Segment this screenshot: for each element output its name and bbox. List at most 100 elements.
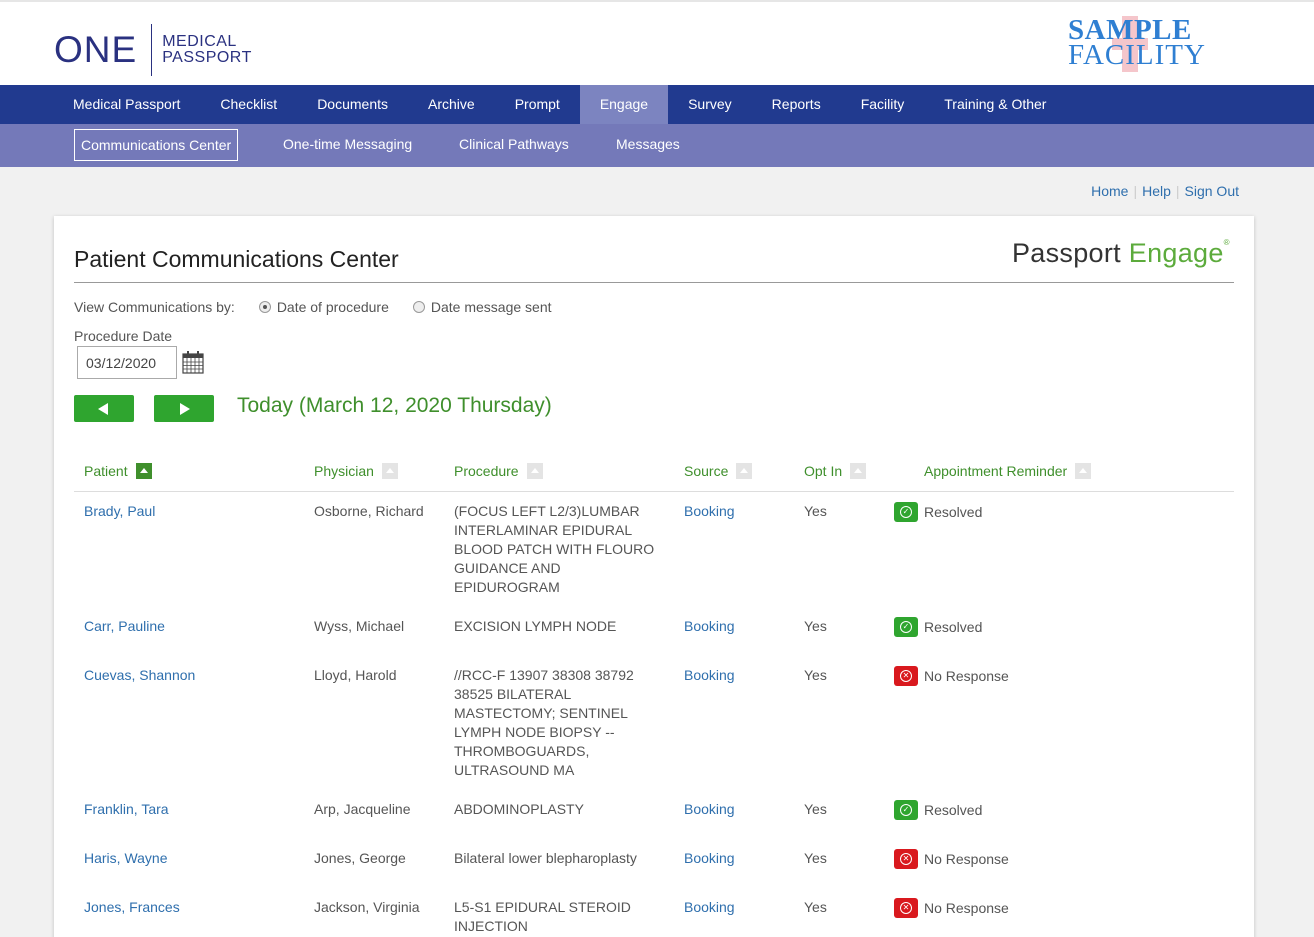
source-link[interactable]: Booking bbox=[684, 617, 735, 636]
column-header-opt-in[interactable]: Opt In bbox=[804, 463, 867, 479]
subnav-messages[interactable]: Messages bbox=[616, 129, 680, 161]
subnav-one-time-messaging[interactable]: One-time Messaging bbox=[283, 129, 412, 161]
radio-date-message-sent-label[interactable]: Date message sent bbox=[431, 299, 552, 315]
view-by-group: View Communications by: Date of procedur… bbox=[74, 299, 552, 315]
source-link[interactable]: Booking bbox=[684, 898, 735, 917]
procedure-cell: EXCISION LYMPH NODE bbox=[454, 618, 617, 634]
subnav-communications-center[interactable]: Communications Center bbox=[74, 129, 239, 161]
column-header-source[interactable]: Source bbox=[684, 463, 753, 479]
sample-facility-logo: SAMPLE FACILITY bbox=[1068, 14, 1208, 72]
physician-cell: Jackson, Virginia bbox=[314, 899, 420, 915]
sign-out-link[interactable]: Sign Out bbox=[1185, 183, 1239, 199]
resolved-check-icon[interactable]: ✓ bbox=[894, 502, 918, 522]
calendar-icon[interactable] bbox=[182, 350, 204, 374]
nav-facility[interactable]: Facility bbox=[841, 85, 925, 124]
next-day-button[interactable] bbox=[154, 395, 214, 422]
radio-date-of-procedure-label[interactable]: Date of procedure bbox=[277, 299, 389, 315]
sort-icon[interactable] bbox=[736, 463, 753, 479]
header-opt-in-label[interactable]: Opt In bbox=[804, 463, 842, 479]
opt-in-cell: Yes bbox=[804, 667, 827, 683]
one-medical-passport-logo[interactable]: ONE MEDICAL PASSPORT bbox=[54, 24, 252, 76]
sort-asc-icon[interactable] bbox=[135, 463, 152, 479]
procedure-date-input[interactable] bbox=[77, 346, 177, 379]
nav-prompt[interactable]: Prompt bbox=[495, 85, 580, 124]
procedure-cell: L5-S1 EPIDURAL STEROID INJECTION bbox=[454, 899, 631, 934]
resolved-check-icon[interactable]: ✓ bbox=[894, 617, 918, 637]
no-response-x-icon[interactable]: ✕ bbox=[894, 666, 918, 686]
current-date-heading: Today (March 12, 2020 Thursday) bbox=[237, 394, 552, 417]
sort-icon[interactable] bbox=[1075, 463, 1092, 479]
physician-cell: Osborne, Richard bbox=[314, 503, 424, 519]
sub-nav: Communications Center One-time Messaging… bbox=[0, 124, 1314, 167]
communications-panel: Patient Communications Center Passport E… bbox=[54, 216, 1254, 937]
column-header-procedure[interactable]: Procedure bbox=[454, 463, 543, 479]
procedure-cell: //RCC-F 13907 38308 38792 38525 BILATERA… bbox=[454, 667, 634, 778]
previous-day-button[interactable] bbox=[74, 395, 134, 422]
reminder-status: Resolved bbox=[924, 801, 983, 818]
reminder-cell: ✓ Resolved bbox=[894, 502, 982, 522]
header-patient-label[interactable]: Patient bbox=[84, 463, 128, 479]
reminder-status: No Response bbox=[924, 850, 1009, 867]
reminder-cell: ✓ Resolved bbox=[894, 617, 982, 637]
facility-line2: FACILITY bbox=[1068, 39, 1206, 71]
home-link[interactable]: Home bbox=[1091, 183, 1128, 199]
nav-documents[interactable]: Documents bbox=[297, 85, 408, 124]
nav-reports[interactable]: Reports bbox=[752, 85, 841, 124]
reminder-cell: ✕ No Response bbox=[894, 666, 1009, 686]
patient-link[interactable]: Cuevas, Shannon bbox=[84, 666, 195, 685]
table-header-divider bbox=[74, 491, 1234, 492]
link-separator: | bbox=[1175, 183, 1180, 199]
radio-date-message-sent[interactable]: Date message sent bbox=[412, 299, 552, 315]
header-procedure-label[interactable]: Procedure bbox=[454, 463, 519, 479]
header-source-label[interactable]: Source bbox=[684, 463, 728, 479]
header-reminder-label[interactable]: Appointment Reminder bbox=[924, 463, 1067, 479]
patient-link[interactable]: Jones, Frances bbox=[84, 898, 180, 917]
patient-link[interactable]: Carr, Pauline bbox=[84, 617, 165, 636]
reminder-status: Resolved bbox=[924, 618, 983, 635]
column-header-patient[interactable]: Patient bbox=[84, 463, 152, 479]
reminder-cell: ✕ No Response bbox=[894, 849, 1009, 869]
radio-selected-icon[interactable] bbox=[258, 301, 271, 313]
page-title: Patient Communications Center bbox=[74, 246, 399, 272]
opt-in-cell: Yes bbox=[804, 899, 827, 915]
sort-icon[interactable] bbox=[381, 463, 398, 479]
registered-mark-icon: ® bbox=[1223, 238, 1230, 247]
nav-medical-passport[interactable]: Medical Passport bbox=[53, 85, 200, 124]
logo-subtext: MEDICAL PASSPORT bbox=[162, 34, 252, 66]
main-nav: Medical Passport Checklist Documents Arc… bbox=[0, 85, 1314, 124]
nav-survey[interactable]: Survey bbox=[668, 85, 752, 124]
physician-cell: Lloyd, Harold bbox=[314, 667, 397, 683]
header-physician-label[interactable]: Physician bbox=[314, 463, 374, 479]
procedure-date-label: Procedure Date bbox=[74, 328, 173, 344]
opt-in-cell: Yes bbox=[804, 850, 827, 866]
nav-checklist[interactable]: Checklist bbox=[200, 85, 297, 124]
physician-cell: Jones, George bbox=[314, 850, 406, 866]
brand-passport: Passport bbox=[1012, 238, 1121, 268]
subnav-clinical-pathways[interactable]: Clinical Pathways bbox=[459, 129, 569, 161]
no-response-x-icon[interactable]: ✕ bbox=[894, 898, 918, 918]
source-link[interactable]: Booking bbox=[684, 849, 735, 868]
app-header: ONE MEDICAL PASSPORT SAMPLE FACILITY bbox=[0, 0, 1314, 85]
patient-link[interactable]: Brady, Paul bbox=[84, 502, 155, 521]
procedure-cell: ABDOMINOPLASTY bbox=[454, 801, 584, 817]
help-link[interactable]: Help bbox=[1142, 183, 1171, 199]
column-header-appointment-reminder[interactable]: Appointment Reminder bbox=[924, 463, 1092, 479]
logo-divider bbox=[151, 24, 153, 76]
no-response-x-icon[interactable]: ✕ bbox=[894, 849, 918, 869]
nav-engage[interactable]: Engage bbox=[579, 85, 669, 124]
column-header-physician[interactable]: Physician bbox=[314, 463, 398, 479]
patient-link[interactable]: Haris, Wayne bbox=[84, 849, 168, 868]
source-link[interactable]: Booking bbox=[684, 800, 735, 819]
procedure-cell: (FOCUS LEFT L2/3)LUMBAR INTERLAMINAR EPI… bbox=[454, 503, 655, 595]
sort-icon[interactable] bbox=[526, 463, 543, 479]
source-link[interactable]: Booking bbox=[684, 666, 735, 685]
radio-date-of-procedure[interactable]: Date of procedure bbox=[258, 299, 389, 315]
patient-link[interactable]: Franklin, Tara bbox=[84, 800, 169, 819]
source-link[interactable]: Booking bbox=[684, 502, 735, 521]
nav-training-other[interactable]: Training & Other bbox=[924, 85, 1066, 124]
nav-archive[interactable]: Archive bbox=[408, 85, 495, 124]
reminder-status: Resolved bbox=[924, 503, 983, 520]
sort-icon[interactable] bbox=[850, 463, 867, 479]
radio-unselected-icon[interactable] bbox=[412, 301, 425, 313]
resolved-check-icon[interactable]: ✓ bbox=[894, 800, 918, 820]
